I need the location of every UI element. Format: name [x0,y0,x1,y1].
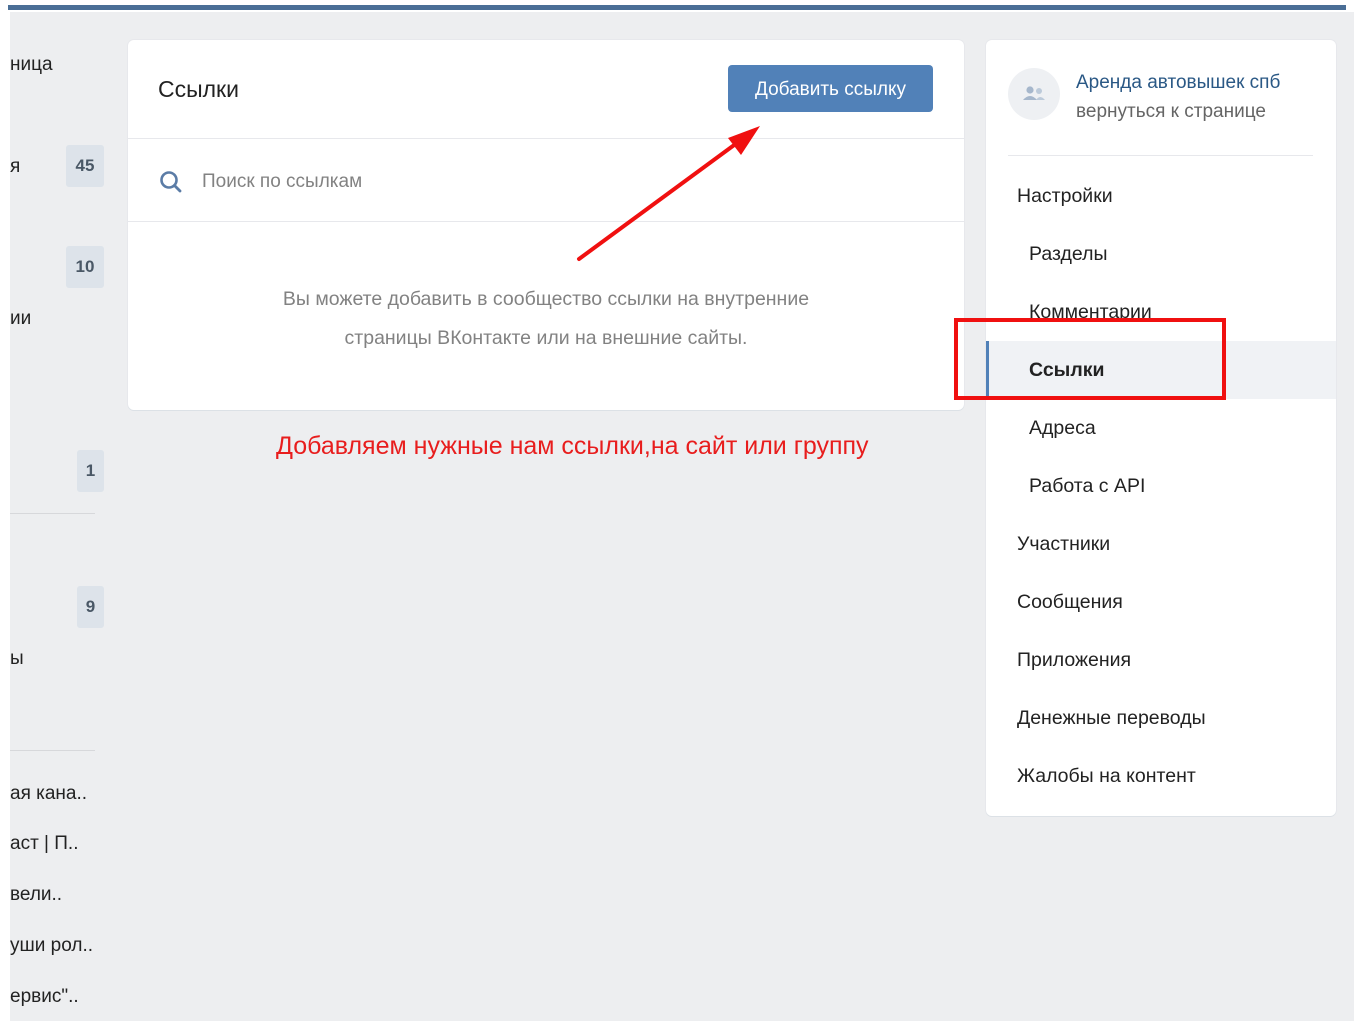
group-name-link[interactable]: Аренда автовышек спб [1076,72,1280,94]
menu-item-links[interactable]: Ссылки [986,341,1336,399]
left-menu-item[interactable]: ница [10,54,53,76]
page-title: Ссылки [158,76,239,102]
counter-badge: 1 [77,450,104,492]
empty-state-line: Вы можете добавить в сообщество ссылки н… [282,288,810,310]
menu-item-settings[interactable]: Настройки [986,167,1336,225]
left-menu-item[interactable]: ервис".. [10,986,79,1008]
annotation-text: Добавляем нужные нам ссылки,на сайт или … [276,432,869,460]
links-panel: Ссылки Добавить ссылку Вы можете добавит… [128,40,964,410]
menu-item-comments[interactable]: Комментарии [986,283,1336,341]
group-avatar-icon [1023,86,1045,100]
left-menu-divider [10,750,95,751]
settings-menu: Аренда автовышек спб вернуться к страниц… [986,40,1336,816]
left-menu-item[interactable]: ии [10,308,31,330]
menu-item-money-transfers[interactable]: Денежные переводы [986,689,1336,747]
left-edge [0,12,10,1021]
add-link-button[interactable]: Добавить ссылку [728,65,933,112]
menu-item-messages[interactable]: Сообщения [986,573,1336,631]
top-bar [0,0,1354,12]
left-menu-item[interactable]: ая кана.. [10,783,87,805]
menu-item-content-reports[interactable]: Жалобы на контент [986,747,1336,805]
menu-item-members[interactable]: Участники [986,515,1336,573]
left-menu-item[interactable]: аст | П.. [10,833,78,855]
counter-badge: 9 [77,586,104,628]
menu-item-addresses[interactable]: Адреса [986,399,1336,457]
menu-divider [1008,155,1313,156]
menu-item-sections[interactable]: Разделы [986,225,1336,283]
left-menu-item[interactable]: ы [10,648,24,670]
top-bar-line [8,5,1346,10]
menu-item-apps[interactable]: Приложения [986,631,1336,689]
left-menu-item[interactable]: вели.. [10,884,62,906]
counter-badge: 45 [66,145,104,187]
search-icon [160,171,182,193]
left-menu-divider [10,513,95,514]
group-avatar[interactable] [1008,68,1060,120]
counter-badge: 10 [66,246,104,288]
search-input[interactable] [200,161,924,203]
panel-header: Ссылки Добавить ссылку [128,40,964,139]
empty-state-line: страницы ВКонтакте или на внешние сайты. [344,327,748,349]
empty-state-text: Вы можете добавить в сообщество ссылки н… [188,280,904,358]
search-row [128,139,964,222]
menu-item-api[interactable]: Работа с API [986,457,1336,515]
back-to-page-link[interactable]: вернуться к странице [1076,101,1266,123]
left-menu-item[interactable]: я [10,156,20,178]
left-menu-item[interactable]: уши рол.. [10,935,93,957]
